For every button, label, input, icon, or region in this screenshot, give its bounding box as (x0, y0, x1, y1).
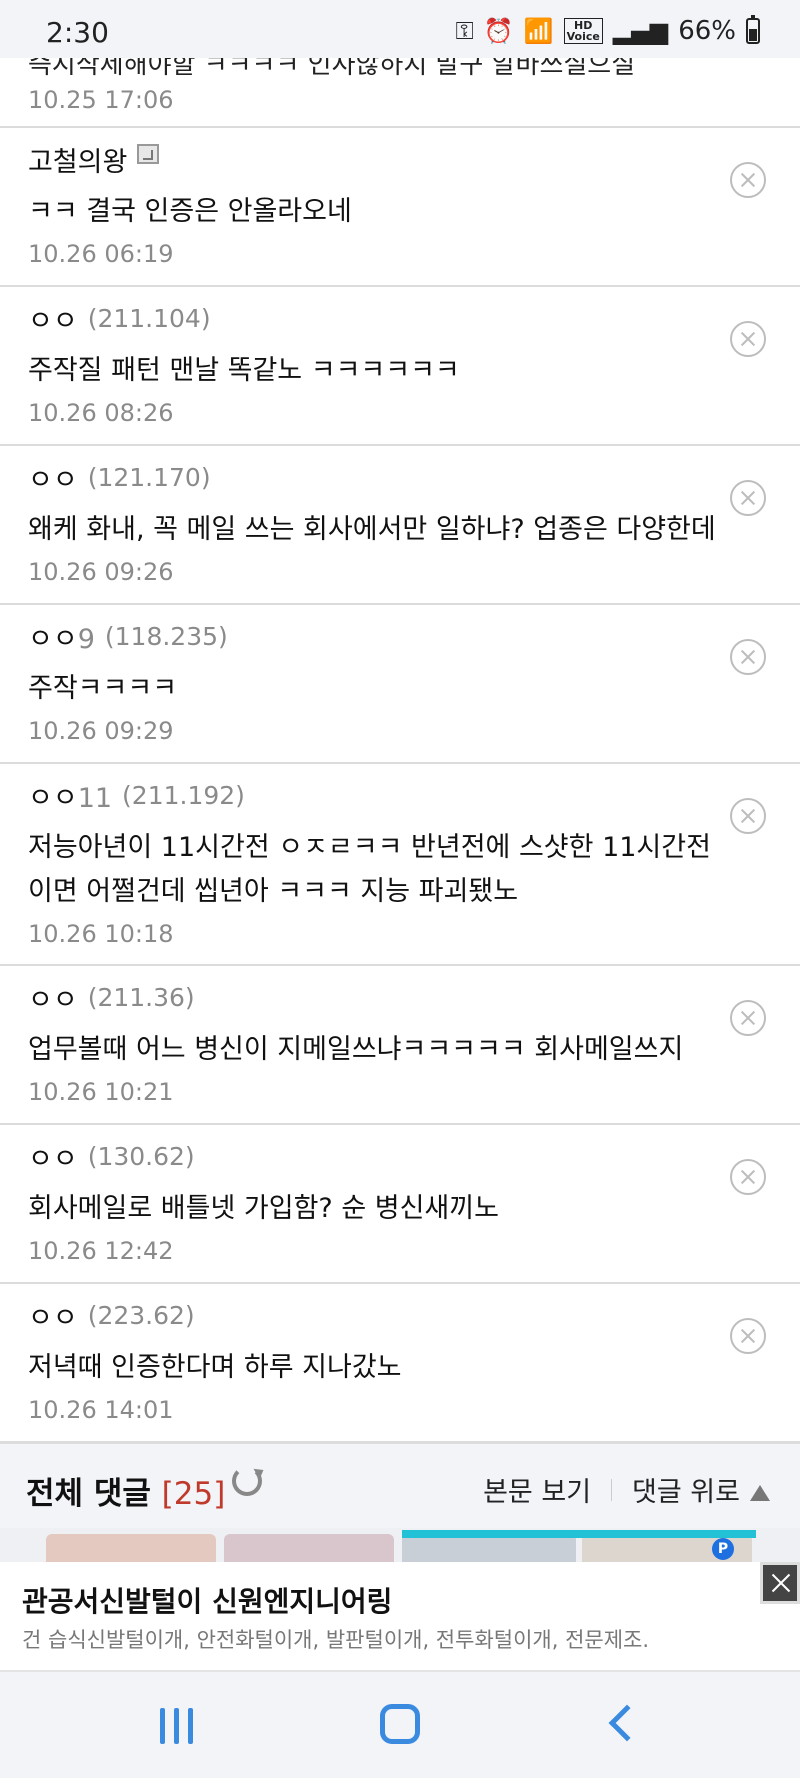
comment-nickname[interactable]: ㅇㅇ11 (28, 776, 112, 815)
comment-item: ㅇㅇ (223.62) 저녁때 인증한다며 하루 지나갔노 10.26 14:0… (0, 1284, 800, 1443)
comment-item-partial: 즉시삭제해야할 ㅋㅋㅋㅋ 인사않하지 말구 알바쓰실으실 10.25 17:06 (0, 58, 800, 128)
comment-date: 10.26 10:18 (28, 920, 174, 948)
ad-thumbnail[interactable] (224, 1534, 394, 1562)
scroll-to-comments-link[interactable]: 댓글 위로 (632, 1470, 770, 1509)
comment-item: ㅇㅇ9 (118.235) 주작ㅋㅋㅋㅋ 10.26 09:29 (0, 605, 800, 764)
comment-ip: (211.104) (87, 303, 211, 333)
comment-date: 10.26 09:26 (28, 558, 174, 586)
battery-icon (746, 15, 760, 44)
view-post-link[interactable]: 본문 보기 (483, 1470, 591, 1509)
refresh-icon[interactable] (232, 1466, 262, 1496)
status-icons: ⚿ ⏰ 📶 HD Voice ▂▄▆ 66% (455, 15, 760, 46)
signal-icon: ▂▄▆ (612, 17, 669, 45)
comment-date: 10.26 08:26 (28, 399, 174, 427)
comment-item: ㅇㅇ (121.170) 왜케 화내, 꼭 메일 쓰는 회사에서만 일하냐? 업… (0, 446, 800, 605)
ad-banner[interactable]: 관공서신발털이 신원엔지니어링 건 습식신발털이개, 안전화털이개, 발판털이개… (0, 1562, 800, 1672)
comment-text: 주작질 패턴 맨날 똑같노 ㅋㅋㅋㅋㅋㅋ (28, 355, 460, 386)
comment-date: 10.26 09:29 (28, 717, 174, 745)
comment-item: ㅇㅇ (130.62) 회사메일로 배틀넷 가입함? 순 병신새끼노 10.26… (0, 1125, 800, 1284)
comment-text: 저능아년이 11시간전 ㅇㅈㄹㅋㅋ 반년전에 스샷한 11시간전이면 어쩔건데 … (28, 832, 711, 907)
comment-date: 10.25 17:06 (28, 86, 174, 114)
parking-badge-icon: P (712, 1538, 734, 1560)
comment-nickname[interactable]: ㅇㅇ (28, 299, 78, 338)
ad-thumbnail[interactable] (402, 1534, 576, 1562)
hd-voice-icon: HD Voice (563, 18, 603, 44)
comment-item: 고철의왕 ㅋㅋ 결국 인증은 안올라오네 10.26 06:19 (0, 128, 800, 287)
comment-ip: (130.62) (87, 1141, 195, 1171)
comment-date: 10.26 14:01 (28, 1396, 174, 1424)
key-icon: ⚿ (455, 17, 474, 45)
recents-icon[interactable] (160, 1708, 194, 1744)
ad-title[interactable]: 관공서신발털이 신원엔지니어링 (22, 1580, 392, 1620)
comment-nickname[interactable]: ㅇㅇ (28, 978, 78, 1017)
wifi-icon: 📶 (523, 17, 554, 45)
close-ad-icon[interactable] (760, 1562, 800, 1604)
delete-comment-icon[interactable] (730, 321, 766, 357)
delete-comment-icon[interactable] (730, 162, 766, 198)
triangle-up-icon (750, 1485, 770, 1501)
comment-item: ㅇㅇ (211.36) 업무볼때 어느 병신이 지메일쓰냐ㅋㅋㅋㅋㅋ 회사메일쓰… (0, 966, 800, 1125)
comment-text: 저녁때 인증한다며 하루 지나갔노 (28, 1352, 402, 1383)
home-icon[interactable] (380, 1704, 420, 1744)
comment-nickname[interactable]: ㅇㅇ (28, 458, 78, 497)
delete-comment-icon[interactable] (730, 1000, 766, 1036)
system-nav-bar (0, 1672, 800, 1778)
comment-ip: (121.170) (87, 462, 211, 492)
comment-date: 10.26 10:21 (28, 1078, 174, 1106)
comment-text: 즉시삭제해야할 ㅋㅋㅋㅋ 인사않하지 말구 알바쓰실으실 (28, 58, 636, 80)
comment-nickname[interactable]: ㅇㅇ9 (28, 617, 95, 656)
comment-item: ㅇㅇ (211.104) 주작질 패턴 맨날 똑같노 ㅋㅋㅋㅋㅋㅋ 10.26 … (0, 287, 800, 446)
delete-comment-icon[interactable] (730, 1159, 766, 1195)
divider (611, 1478, 613, 1501)
comment-nickname[interactable]: ㅇㅇ (28, 1296, 78, 1335)
comment-text: ㅋㅋ 결국 인증은 안올라오네 (28, 196, 352, 227)
alarm-icon: ⏰ (483, 17, 514, 45)
comment-ip: (211.192) (122, 780, 245, 810)
comment-date: 10.26 06:19 (28, 240, 174, 268)
delete-comment-icon[interactable] (730, 798, 766, 834)
comment-nickname[interactable]: 고철의왕 (28, 140, 127, 179)
comment-item: ㅇㅇ11 (211.192) 저능아년이 11시간전 ㅇㅈㄹㅋㅋ 반년전에 스샷… (0, 764, 800, 966)
ad-image-strip[interactable]: P (0, 1528, 800, 1562)
comment-text: 회사메일로 배틀넷 가입함? 순 병신새끼노 (28, 1193, 499, 1224)
comment-ip: (211.36) (87, 982, 195, 1012)
comment-ip: (118.235) (104, 621, 228, 651)
comment-text: 업무볼때 어느 병신이 지메일쓰냐ㅋㅋㅋㅋㅋ 회사메일쓰지 (28, 1034, 684, 1065)
status-bar: 2:30 ⚿ ⏰ 📶 HD Voice ▂▄▆ 66% (0, 0, 800, 58)
ad-thumbnail[interactable] (46, 1534, 216, 1562)
comment-list: 즉시삭제해야할 ㅋㅋㅋㅋ 인사않하지 말구 알바쓰실으실 10.25 17:06… (0, 58, 800, 1443)
comment-ip: (223.62) (87, 1300, 195, 1330)
comment-date: 10.26 12:42 (28, 1237, 174, 1265)
comment-text: 왜케 화내, 꼭 메일 쓰는 회사에서만 일하냐? 업종은 다양한데 (28, 514, 716, 545)
gallog-badge-icon (137, 144, 160, 164)
all-comments-title: 전체 댓글 [25] (26, 1476, 226, 1512)
ad-accent-bar (402, 1530, 756, 1538)
status-time: 2:30 (46, 16, 109, 49)
back-icon[interactable] (608, 1704, 646, 1742)
comment-text: 주작ㅋㅋㅋㅋ (28, 673, 178, 704)
ad-description[interactable]: 건 습식신발털이개, 안전화털이개, 발판털이개, 전투화털이개, 전문제조. (22, 1624, 649, 1654)
delete-comment-icon[interactable] (730, 639, 766, 675)
comments-footer-bar: 전체 댓글 [25] 본문 보기 댓글 위로 (0, 1442, 800, 1528)
delete-comment-icon[interactable] (730, 1318, 766, 1354)
delete-comment-icon[interactable] (730, 480, 766, 516)
battery-percent: 66% (678, 16, 736, 46)
comment-nickname[interactable]: ㅇㅇ (28, 1137, 78, 1176)
comment-count: [25] (161, 1476, 226, 1512)
